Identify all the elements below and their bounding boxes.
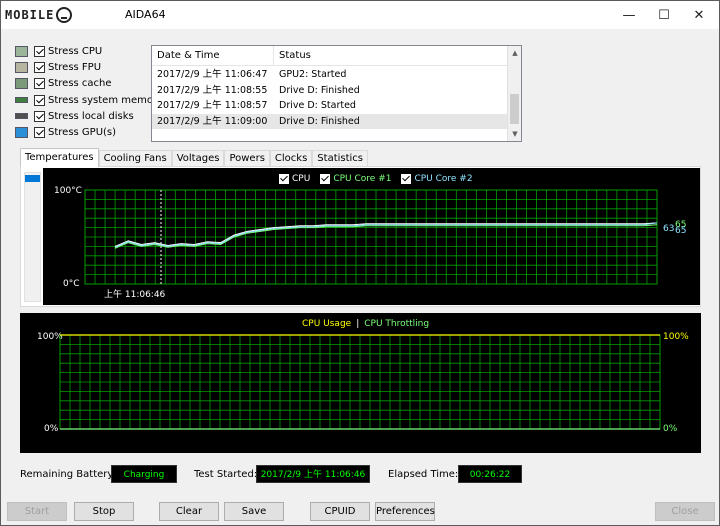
cpu-chip-icon: [15, 45, 28, 57]
cache-chip-icon: [15, 78, 28, 90]
bottom-button-bar: Start Stop Clear Save CPUID Preferences …: [1, 497, 719, 525]
log-row[interactable]: 2017/2/9 上午 11:06:47 GPU2: Started: [152, 67, 508, 83]
logo-text: MOBILE: [5, 8, 55, 22]
column-header-status[interactable]: Status: [274, 46, 311, 65]
stress-option-label: Stress CPU: [48, 45, 103, 57]
memory-module-icon: [15, 97, 28, 104]
stress-option-label: Stress local disks: [48, 110, 134, 122]
fpu-calculator-icon: [15, 61, 28, 73]
stress-option-label: Stress FPU: [48, 61, 102, 73]
stress-option-label: Stress system memory: [48, 94, 164, 106]
cpu-usage-graph-canvas: [59, 334, 661, 430]
event-log-list[interactable]: Date & Time Status 2017/2/9 上午 11:06:47 …: [151, 45, 522, 142]
clear-button[interactable]: Clear: [159, 502, 219, 521]
temperature-graph: CPU CPU Core #1 CPU Core #2 100°C 0°C 上午…: [43, 168, 700, 305]
temperature-graph-canvas: [84, 189, 658, 285]
stress-option-disks[interactable]: Stress local disks: [15, 108, 163, 124]
stress-disks-checkbox[interactable]: [34, 110, 45, 122]
scroll-thumb[interactable]: [510, 94, 519, 124]
log-time: 2017/2/9 上午 11:09:00: [157, 115, 268, 127]
scroll-down-arrow-icon[interactable]: ▼: [508, 127, 521, 141]
log-status: Drive D: Finished: [279, 84, 360, 96]
log-status: Drive D: Finished: [279, 115, 360, 127]
elapsed-time-value: 00:26:22: [458, 465, 522, 483]
stress-cpu-checkbox[interactable]: [34, 45, 45, 57]
tab-cooling-fans[interactable]: Cooling Fans: [98, 150, 172, 166]
test-started-label: Test Started:: [194, 469, 258, 480]
scroll-up-arrow-icon[interactable]: ▲: [508, 46, 521, 60]
log-row[interactable]: 2017/2/9 上午 11:08:55 Drive D: Finished: [152, 83, 508, 99]
stress-option-gpu[interactable]: Stress GPU(s): [15, 124, 163, 140]
log-status: GPU2: Started: [279, 69, 347, 80]
close-window-button[interactable]: ✕: [677, 1, 720, 29]
log-time: 2017/2/9 上午 11:06:47: [157, 69, 268, 80]
cpuid-button[interactable]: CPUID: [310, 502, 370, 521]
save-button[interactable]: Save: [224, 502, 284, 521]
battery-value: Charging: [111, 465, 177, 483]
tab-voltages[interactable]: Voltages: [171, 150, 225, 166]
logo-face-icon: [56, 7, 73, 23]
tab-statistics[interactable]: Statistics: [312, 150, 369, 166]
app-logo: MOBILE: [5, 6, 73, 24]
stress-option-fpu[interactable]: Stress FPU: [15, 59, 163, 75]
hard-disk-icon: [15, 113, 28, 120]
stress-fpu-checkbox[interactable]: [34, 61, 45, 73]
stress-gpu-checkbox[interactable]: [34, 127, 45, 139]
stress-option-cache[interactable]: Stress cache: [15, 76, 163, 92]
battery-label: Remaining Battery:: [20, 469, 116, 480]
graph-tabs: Temperatures Cooling Fans Voltages Power…: [20, 148, 369, 167]
stress-options-list: Stress CPU Stress FPU Stress cache Stres…: [15, 43, 163, 141]
tab-temperatures[interactable]: Temperatures: [20, 148, 99, 167]
monitor-gpu-icon: [15, 127, 28, 139]
stress-option-cpu[interactable]: Stress CPU: [15, 43, 163, 59]
test-started-value: 2017/2/9 上午 11:06:46: [256, 465, 370, 483]
preferences-button[interactable]: Preferences: [375, 502, 435, 521]
log-row[interactable]: 2017/2/9 上午 11:08:57 Drive D: Started: [152, 98, 508, 114]
window-title: AIDA64: [125, 8, 166, 21]
log-time: 2017/2/9 上午 11:08:57: [157, 100, 268, 111]
log-time: 2017/2/9 上午 11:08:55: [157, 84, 268, 96]
stop-button[interactable]: Stop: [74, 502, 134, 521]
start-button[interactable]: Start: [7, 502, 67, 521]
stress-cache-checkbox[interactable]: [34, 78, 45, 90]
stress-option-label: Stress cache: [48, 78, 112, 90]
elapsed-time-label: Elapsed Time:: [388, 469, 459, 480]
cpu-usage-graph: CPU Usage | CPU Throttling 100% 0% 100% …: [20, 313, 701, 453]
aida64-window: MOBILE AIDA64 — ☐ ✕ Stress CPU Stress FP…: [0, 0, 720, 526]
close-button[interactable]: Close: [655, 502, 715, 521]
stress-memory-checkbox[interactable]: [34, 94, 45, 106]
stress-option-memory[interactable]: Stress system memory: [15, 92, 163, 108]
sensor-list-selected-item[interactable]: [25, 175, 40, 182]
stress-option-label: Stress GPU(s): [48, 127, 117, 139]
tab-clocks[interactable]: Clocks: [269, 150, 313, 166]
tab-powers[interactable]: Powers: [224, 150, 270, 166]
log-scrollbar[interactable]: ▲ ▼: [507, 46, 521, 141]
log-status: Drive D: Started: [279, 100, 356, 111]
log-row-selected[interactable]: 2017/2/9 上午 11:09:00 Drive D: Finished: [152, 113, 508, 129]
title-bar[interactable]: MOBILE AIDA64 — ☐ ✕: [1, 1, 719, 29]
log-header: Date & Time Status: [152, 46, 508, 66]
column-header-date-time[interactable]: Date & Time: [152, 46, 274, 65]
sensor-list[interactable]: [24, 172, 41, 302]
